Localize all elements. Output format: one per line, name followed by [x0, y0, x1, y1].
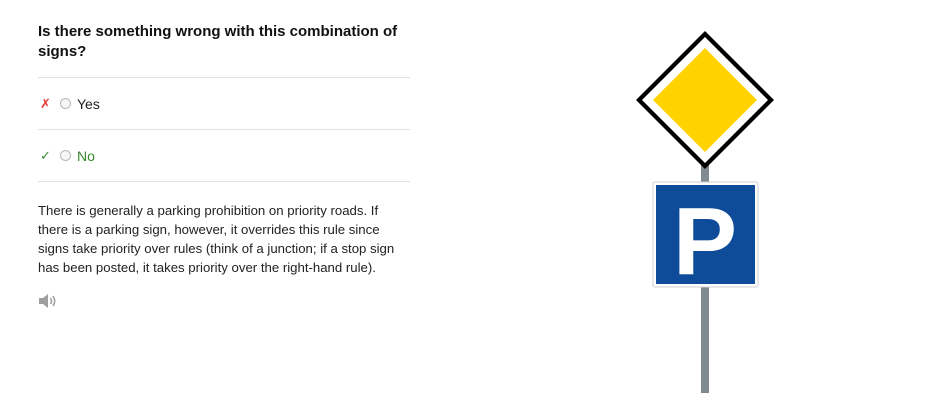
speaker-icon[interactable] [38, 293, 58, 309]
divider [38, 181, 410, 182]
question-title: Is there something wrong with this combi… [38, 23, 398, 60]
radio-button-yes[interactable] [60, 98, 71, 109]
correct-mark-icon: ✓ [40, 148, 51, 163]
wrong-mark-icon: ✗ [40, 96, 51, 111]
answer-label-no: No [77, 147, 95, 164]
parking-sign: P [652, 181, 759, 295]
radio-button-no[interactable] [60, 150, 71, 161]
question-panel: Is there something wrong with this combi… [38, 22, 410, 309]
priority-road-sign [636, 31, 774, 169]
answer-option-yes[interactable]: ✗ Yes [38, 78, 410, 129]
answer-label-yes: Yes [77, 95, 100, 112]
parking-letter: P [673, 188, 737, 295]
answer-option-no[interactable]: ✓ No [38, 130, 410, 181]
explanation-text: There is generally a parking prohibition… [38, 203, 395, 275]
sign-illustration: P [620, 25, 790, 400]
